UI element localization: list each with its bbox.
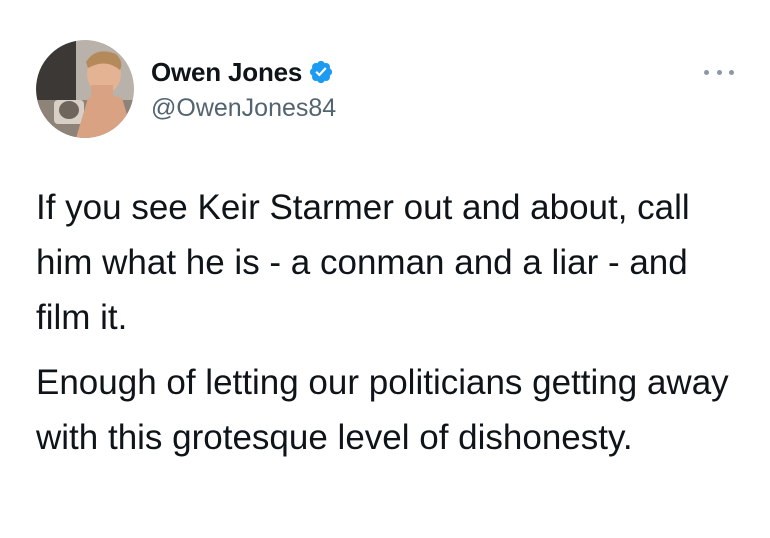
author-names: Owen Jones @OwenJones84	[151, 54, 336, 123]
more-dot	[729, 69, 734, 75]
tweet-header: Owen Jones @OwenJones84	[36, 40, 736, 140]
author-handle[interactable]: @OwenJones84	[151, 94, 336, 123]
author-avatar[interactable]	[36, 40, 134, 138]
verified-badge-icon	[308, 59, 334, 85]
more-dot	[716, 69, 722, 75]
avatar-photo	[36, 40, 134, 138]
tweet-text: If you see Keir Starmer out and about, c…	[36, 180, 746, 465]
tweet-card: Owen Jones @OwenJones84 If you see Keir …	[0, 0, 770, 538]
more-options-icon[interactable]	[704, 66, 734, 78]
more-dot	[704, 69, 709, 75]
display-name-row: Owen Jones	[151, 54, 336, 90]
tweet-paragraph: Enough of letting our politicians gettin…	[36, 363, 729, 457]
author-display-name[interactable]: Owen Jones	[151, 57, 302, 88]
tweet-paragraph: If you see Keir Starmer out and about, c…	[36, 188, 690, 337]
